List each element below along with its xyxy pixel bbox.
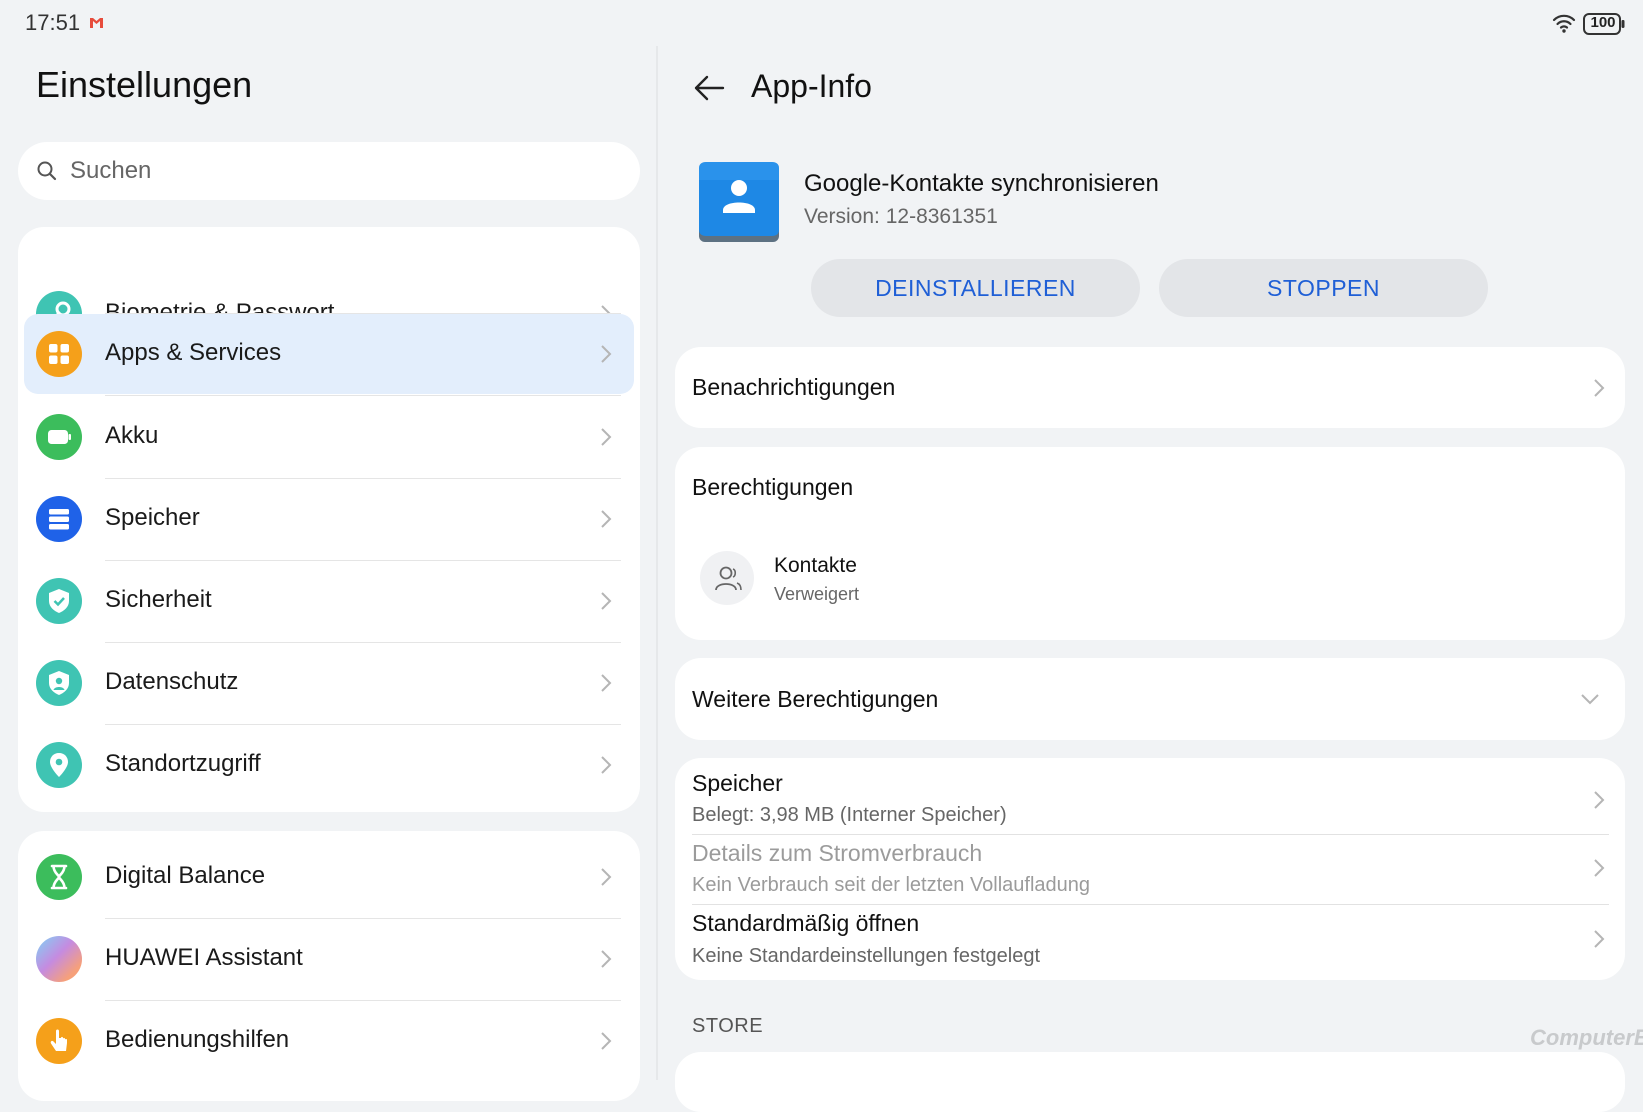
divider	[105, 313, 621, 314]
storage-item[interactable]: Speicher Belegt: 3,98 MB (Interner Speic…	[675, 762, 1625, 832]
power-usage-label: Details zum Stromverbrauch	[692, 840, 983, 866]
more-permissions-label: Weitere Berechtigungen	[692, 686, 939, 712]
search-input[interactable]: Suchen	[18, 142, 640, 200]
storage-sub: Belegt: 3,98 MB (Interner Speicher)	[692, 804, 1007, 826]
uninstall-button[interactable]: DEINSTALLIEREN	[811, 259, 1140, 317]
settings-item-datenschutz[interactable]: Datenschutz	[24, 643, 634, 723]
app-name: Google-Kontakte synchronisieren	[804, 170, 1159, 197]
settings-item-bedienungshilfen[interactable]: Bedienungshilfen	[24, 1001, 634, 1081]
chevron-right-icon	[601, 868, 612, 886]
default-open-item[interactable]: Standardmäßig öffnen Keine Standardeinst…	[675, 906, 1625, 976]
assistant-icon	[36, 936, 82, 982]
default-open-label: Standardmäßig öffnen	[692, 910, 920, 936]
more-permissions-card[interactable]: Weitere Berechtigungen	[675, 658, 1625, 740]
settings-item-label: Speicher	[105, 504, 200, 531]
location-icon	[36, 742, 82, 788]
chevron-right-icon	[601, 345, 612, 363]
chevron-down-icon	[1581, 694, 1599, 705]
settings-item-label: Apps & Services	[105, 339, 282, 366]
settings-item-label: Sicherheit	[105, 586, 212, 613]
permission-label: Kontakte	[774, 554, 857, 577]
divider	[692, 834, 1609, 835]
app-version: Version: 12-8361351	[804, 205, 998, 228]
settings-item-label: Standortzugriff	[105, 750, 261, 777]
permissions-title: Berechtigungen	[692, 474, 854, 500]
privacy-icon	[36, 660, 82, 706]
chevron-right-icon	[1594, 379, 1605, 397]
chevron-right-icon	[601, 592, 612, 610]
hourglass-icon	[36, 854, 82, 900]
battery-icon	[36, 414, 82, 460]
settings-item-huawei-assistant[interactable]: HUAWEI Assistant	[24, 919, 634, 999]
settings-item-label: Datenschutz	[105, 668, 239, 695]
back-arrow-icon[interactable]	[693, 74, 725, 102]
wifi-icon	[1552, 14, 1576, 33]
status-time: 17:51	[25, 10, 81, 35]
shield-icon	[36, 578, 82, 624]
settings-item-sicherheit[interactable]: Sicherheit	[24, 561, 634, 641]
page-title: Einstellungen	[36, 64, 253, 105]
divider	[692, 904, 1609, 905]
chevron-right-icon	[1594, 930, 1605, 948]
settings-item-label: HUAWEI Assistant	[105, 944, 303, 971]
settings-item-label: Bedienungshilfen	[105, 1026, 290, 1053]
settings-item-speicher[interactable]: Speicher	[24, 479, 634, 559]
chevron-right-icon	[601, 1032, 612, 1050]
pane-divider	[656, 46, 658, 1080]
chevron-right-icon	[601, 428, 612, 446]
settings-item-standortzugriff[interactable]: Standortzugriff	[24, 725, 634, 805]
chevron-right-icon	[1594, 859, 1605, 877]
gmail-notification-icon	[90, 18, 103, 28]
apps-icon	[36, 331, 82, 377]
search-placeholder: Suchen	[70, 157, 152, 184]
contacts-sync-app-icon	[699, 162, 779, 242]
hand-icon	[36, 1018, 82, 1064]
divider	[105, 395, 621, 396]
battery-level: 100	[1590, 14, 1616, 31]
default-open-sub: Keine Standardeinstellungen festgelegt	[692, 945, 1041, 967]
store-card	[675, 1052, 1625, 1112]
detail-title: App-Info	[751, 68, 872, 104]
settings-item-label: Akku	[105, 422, 159, 449]
power-usage-item[interactable]: Details zum Stromverbrauch Kein Verbrauc…	[675, 836, 1625, 904]
chevron-right-icon	[1594, 791, 1605, 809]
storage-icon	[36, 496, 82, 542]
permission-status: Verweigert	[774, 584, 860, 604]
power-usage-sub: Kein Verbrauch seit der letzten Vollaufl…	[692, 874, 1091, 896]
settings-item-apps[interactable]: Apps & Services	[24, 314, 634, 394]
chevron-right-icon	[601, 756, 612, 774]
chevron-right-icon	[601, 510, 612, 528]
settings-item-digital-balance[interactable]: Digital Balance	[24, 837, 634, 917]
notifications-card[interactable]: Benachrichtigungen	[675, 347, 1625, 428]
store-section-header: STORE	[692, 1015, 764, 1037]
permissions-card: Berechtigungen	[675, 447, 1625, 640]
chevron-right-icon	[601, 950, 612, 968]
notifications-label: Benachrichtigungen	[692, 374, 896, 400]
search-icon	[37, 161, 57, 181]
permission-item-kontakte[interactable]	[700, 548, 1100, 610]
stop-button[interactable]: STOPPEN	[1159, 259, 1488, 317]
settings-item-label: Digital Balance	[105, 862, 266, 889]
chevron-right-icon	[601, 674, 612, 692]
storage-label: Speicher	[692, 770, 783, 796]
settings-item-akku[interactable]: Akku	[24, 397, 634, 477]
watermark: ComputerBase	[1530, 1025, 1643, 1050]
